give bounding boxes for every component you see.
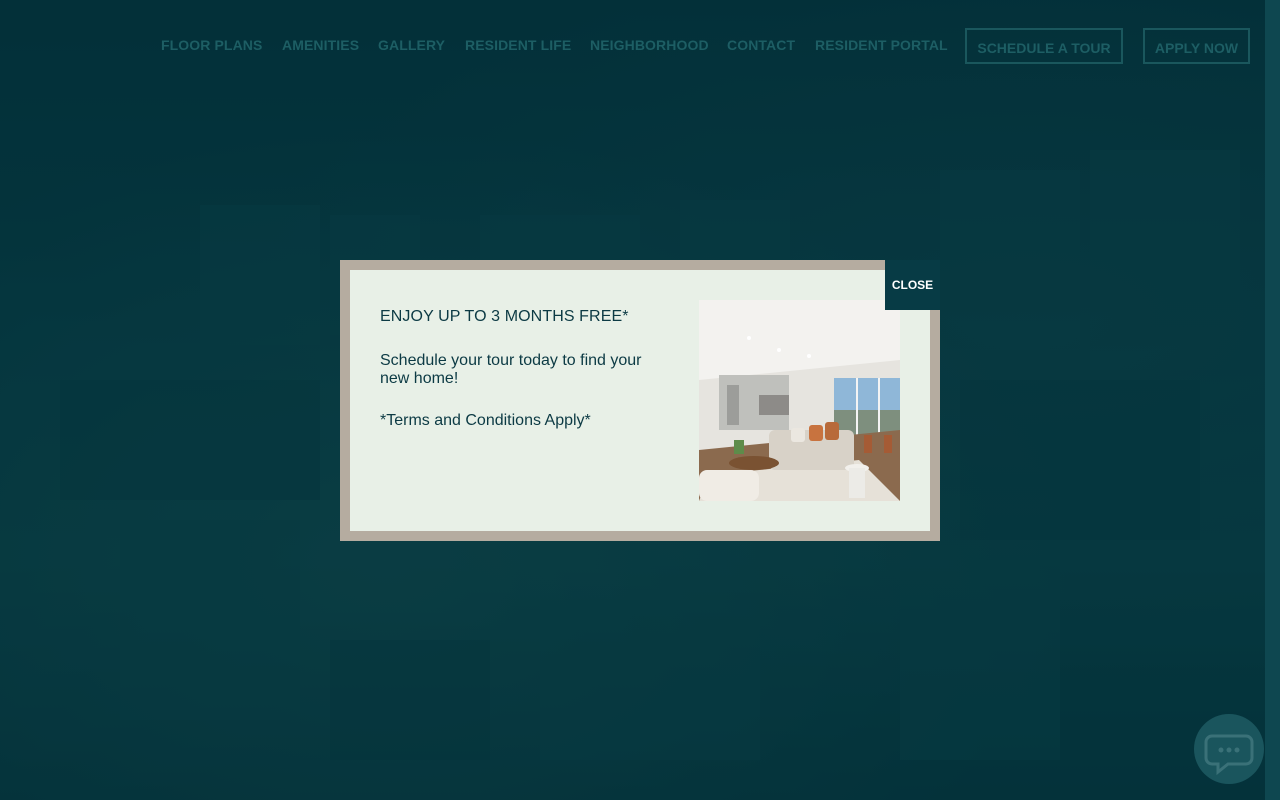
header-nav: FLOOR PLANS AMENITIES GALLERY RESIDENT L… [0, 0, 1265, 90]
promo-terms-text: *Terms and Conditions Apply* [380, 412, 591, 429]
nav-neighborhood[interactable]: NEIGHBORHOOD [590, 37, 709, 53]
apply-now-button[interactable]: APPLY NOW [1143, 28, 1250, 64]
nav-floor-plans[interactable]: FLOOR PLANS [161, 37, 262, 53]
chat-widget-button[interactable] [1194, 714, 1264, 784]
promo-body-text: Schedule your tour today to find your ne… [380, 352, 642, 387]
nav-contact[interactable]: CONTACT [727, 37, 795, 53]
schedule-tour-button[interactable]: SCHEDULE A TOUR [965, 28, 1123, 64]
nav-gallery[interactable]: GALLERY [378, 37, 445, 53]
nav-amenities[interactable]: AMENITIES [282, 37, 359, 53]
scrollbar[interactable] [1265, 0, 1280, 800]
nav-resident-life[interactable]: RESIDENT LIFE [465, 37, 571, 53]
promo-modal-content: ENJOY UP TO 3 MONTHS FREE* Schedule your… [350, 270, 930, 531]
close-button[interactable]: CLOSE [885, 260, 940, 310]
promo-heading: ENJOY UP TO 3 MONTHS FREE* [380, 308, 629, 325]
nav-resident-portal[interactable]: RESIDENT PORTAL [815, 37, 948, 53]
promo-modal: ENJOY UP TO 3 MONTHS FREE* Schedule your… [340, 260, 940, 541]
apartment-interior-photo [699, 300, 900, 501]
chat-bubble-icon [1204, 734, 1254, 776]
